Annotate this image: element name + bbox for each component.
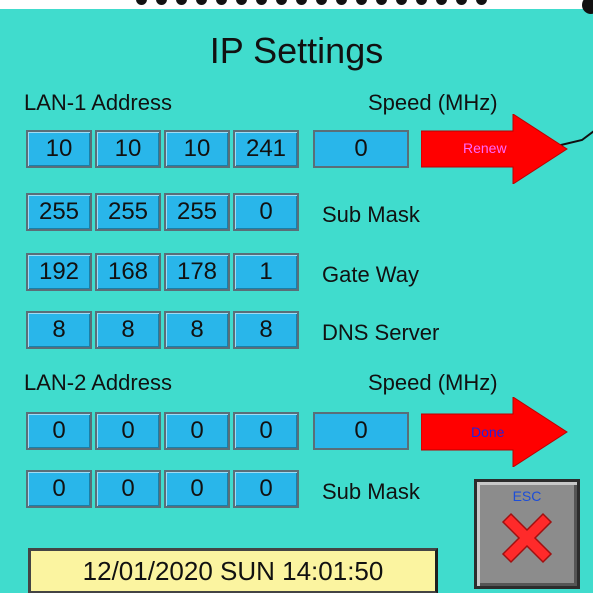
page-title: IP Settings — [209, 30, 384, 71]
lan2-subnet-octet-3[interactable]: 0 — [164, 470, 230, 508]
esc-label: ESC — [512, 488, 542, 504]
lan1-subnet-label: Sub Mask — [322, 202, 420, 227]
lan1-dns-octet-3[interactable]: 8 — [164, 311, 230, 349]
lan1-speed-field[interactable]: 0 — [313, 130, 409, 168]
lan1-dns-octet-1[interactable]: 8 — [26, 311, 92, 349]
lan1-ip-octet-1[interactable]: 10 — [26, 130, 92, 168]
lan2-speed-field[interactable]: 0 — [313, 412, 409, 450]
lan1-subnet-octet-2[interactable]: 255 — [95, 193, 161, 231]
lan2-address-label: LAN-2 Address — [24, 370, 172, 395]
renew-label: Renew — [463, 140, 507, 156]
lan2-ip-octet-3[interactable]: 0 — [164, 412, 230, 450]
lan1-speed-label: Speed (MHz) — [368, 90, 498, 115]
lan2-subnet-label: Sub Mask — [322, 479, 420, 504]
lan2-ip-octet-1[interactable]: 0 — [26, 412, 92, 450]
lan1-ip-octet-3[interactable]: 10 — [164, 130, 230, 168]
lan1-subnet-octet-1[interactable]: 255 — [26, 193, 92, 231]
lan1-ip-octet-4[interactable]: 241 — [233, 130, 299, 168]
lan1-address-label: LAN-1 Address — [24, 90, 172, 115]
lan2-ip-octet-2[interactable]: 0 — [95, 412, 161, 450]
lan2-subnet-octet-4[interactable]: 0 — [233, 470, 299, 508]
lan1-subnet-octet-4[interactable]: 0 — [233, 193, 299, 231]
lan1-gateway-octet-2[interactable]: 168 — [95, 253, 161, 291]
lan2-speed-label: Speed (MHz) — [368, 370, 498, 395]
lan2-ip-octet-4[interactable]: 0 — [233, 412, 299, 450]
lan1-dns-octet-4[interactable]: 8 — [233, 311, 299, 349]
done-label: Done — [471, 424, 505, 440]
lan1-subnet-octet-3[interactable]: 255 — [164, 193, 230, 231]
lan1-dns-label: DNS Server — [322, 320, 440, 345]
done-button[interactable]: Done — [420, 396, 571, 468]
lan1-ip-octet-2[interactable]: 10 — [95, 130, 161, 168]
lan1-gateway-octet-1[interactable]: 192 — [26, 253, 92, 291]
lan1-gateway-octet-4[interactable]: 1 — [233, 253, 299, 291]
lan1-gateway-label: Gate Way — [322, 262, 419, 287]
esc-button[interactable]: ESC — [474, 479, 580, 589]
datetime-display: 12/01/2020 SUN 14:01:50 — [28, 548, 438, 593]
close-x-icon — [501, 512, 553, 564]
lan1-dns-octet-2[interactable]: 8 — [95, 311, 161, 349]
ip-settings-screen: IP Settings LAN-1 Address Speed (MHz) 10… — [0, 0, 593, 593]
lan2-subnet-octet-1[interactable]: 0 — [26, 470, 92, 508]
lan1-gateway-octet-3[interactable]: 178 — [164, 253, 230, 291]
lan2-subnet-octet-2[interactable]: 0 — [95, 470, 161, 508]
renew-button[interactable]: Renew — [420, 113, 571, 185]
